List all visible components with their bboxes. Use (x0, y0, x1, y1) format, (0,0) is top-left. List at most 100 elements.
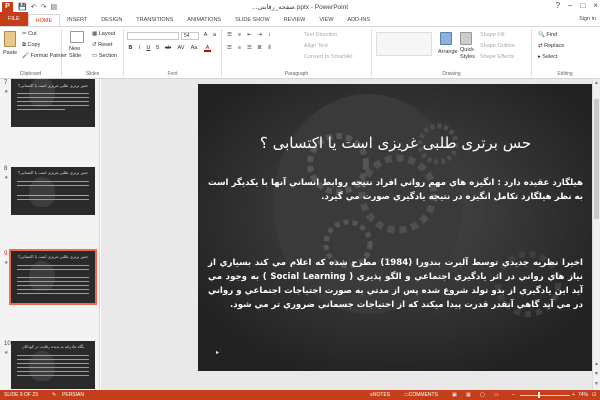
tab-design[interactable]: DESIGN (94, 14, 129, 26)
language-status[interactable]: PERSIAN (62, 390, 84, 400)
help-icon[interactable]: ? (556, 1, 560, 10)
tab-file[interactable]: FILE (0, 12, 28, 26)
font-color-button[interactable]: A (204, 45, 211, 52)
paste-icon[interactable] (4, 31, 16, 47)
slide-thumbnail-9[interactable]: حس برتری طلبی غریزی است یا اکتسابی؟ (9, 249, 97, 305)
slide-title[interactable]: حس برتری طلبی غریزی است یا اکتسابی ؟ (204, 134, 587, 152)
align-center-icon[interactable]: ≡ (236, 45, 243, 52)
quick-styles-button-line2[interactable]: Styles (460, 54, 475, 60)
close-icon[interactable]: × (593, 1, 598, 10)
select-button[interactable]: ▸ Select (538, 54, 558, 60)
bold-button[interactable]: B (127, 45, 134, 52)
bullets-icon[interactable]: ☰ (226, 32, 233, 39)
tab-transitions[interactable]: TRANSITIONS (129, 14, 180, 26)
section-button[interactable]: ▭ Section (92, 53, 117, 59)
fit-slide-icon[interactable]: ⊡ (592, 390, 596, 400)
zoom-level[interactable]: 74% (578, 390, 588, 400)
char-spacing-button[interactable]: AV (176, 45, 186, 52)
format-painter-button[interactable]: 🖌 Format Painter (22, 53, 67, 59)
shapes-gallery[interactable] (376, 32, 432, 56)
normal-view-icon[interactable]: ▣ (452, 390, 457, 400)
shadow-button[interactable]: S (154, 45, 161, 52)
tab-insert[interactable]: INSERT (60, 14, 94, 26)
zoom-slider-knob[interactable] (538, 392, 540, 398)
arrange-icon[interactable] (440, 32, 452, 45)
line-spacing-icon[interactable]: ↕ (266, 32, 273, 39)
minimize-icon[interactable]: – (568, 1, 572, 10)
thumbnail-title: حس برتری طلبی غریزی است یا اکتسابی؟ (17, 170, 89, 175)
cut-button[interactable]: ✂ Cut (22, 31, 37, 37)
tab-slide-show[interactable]: SLIDE SHOW (228, 14, 277, 26)
new-slide-button[interactable]: New (69, 46, 80, 52)
comments-button[interactable]: ▭ COMMENTS (404, 390, 438, 400)
shape-effects-button[interactable]: Shape Effects (480, 54, 514, 60)
zoom-out-icon[interactable]: – (512, 390, 515, 400)
slide-thumbnail-pane[interactable]: 7 ★ حس برتری طلبی غریزی است یا اکتسابی؟ … (0, 79, 100, 390)
convert-smartart-button[interactable]: Convert to SmartArt (304, 54, 353, 60)
new-slide-icon[interactable] (70, 31, 84, 43)
reset-button[interactable]: ↺ Reset (92, 42, 113, 48)
tab-view[interactable]: VIEW (312, 14, 340, 26)
vertical-scrollbar[interactable]: ▲ ▲ ▼ ▼ (592, 79, 600, 390)
slide-paragraph-2[interactable]: اخیرا نظریه جدیدي توسط آلبرت بندورا (198… (208, 256, 583, 312)
slide-editor[interactable]: حس برتری طلبی غریزی است یا اکتسابی ؟ هیل… (101, 79, 600, 390)
underline-button[interactable]: U (145, 45, 152, 52)
new-slide-button-line2[interactable]: Slide (69, 53, 81, 59)
spelling-icon[interactable]: ✎ (52, 390, 56, 400)
slide-thumbnail-10[interactable]: نگاه مادرانه به پدیده رقابت در کودکان (11, 341, 95, 389)
bullet-marker: ▸ (216, 350, 220, 356)
layout-button[interactable]: ▦ Layout (92, 31, 115, 37)
align-left-icon[interactable]: ☰ (226, 45, 233, 52)
zoom-in-icon[interactable]: + (572, 390, 575, 400)
slide-thumbnail-7[interactable]: حس برتری طلبی غریزی است یا اکتسابی؟ (11, 79, 95, 127)
zoom-slider[interactable] (520, 394, 570, 396)
slide-count-status[interactable]: SLIDE 9 OF 23 (4, 390, 38, 400)
align-text-button[interactable]: Align Text (304, 43, 328, 49)
quick-styles-button[interactable]: Quick (460, 47, 474, 53)
maximize-icon[interactable]: □ (580, 1, 585, 10)
increase-indent-icon[interactable]: ⇥ (256, 32, 263, 39)
columns-icon[interactable]: ⫴ (266, 45, 273, 52)
sign-in-link[interactable]: Sign in (579, 16, 596, 22)
paste-button[interactable]: Paste (3, 50, 17, 56)
grow-font-icon[interactable]: A (202, 32, 209, 39)
decrease-indent-icon[interactable]: ⇤ (246, 32, 253, 39)
shrink-font-icon[interactable]: a (211, 32, 218, 39)
tab-animations[interactable]: ANIMATIONS (180, 14, 228, 26)
scroll-up-icon[interactable]: ▲ (594, 80, 599, 86)
find-button[interactable]: 🔍 Find (538, 32, 557, 38)
font-name-combo[interactable] (127, 32, 179, 40)
strikethrough-button[interactable]: ab (163, 45, 173, 52)
paragraph-group: ☰ ≡ ⇤ ⇥ ↕ ☰ ≡ ☰ ≣ ⫴ Text Direction Align… (222, 29, 372, 77)
slide-number: 10 (4, 341, 11, 347)
replace-button[interactable]: ⇄ Replace (538, 43, 564, 49)
slide-thumbnail-8[interactable]: حس برتری طلبی غریزی است یا اکتسابی؟ (11, 167, 95, 215)
change-case-button[interactable]: Aa (189, 45, 199, 52)
slide-paragraph-1[interactable]: هیلگارد عقیده دارد : انگیزه هاي مهم روان… (208, 176, 583, 204)
slide-number: 7 (4, 80, 8, 86)
shape-outline-button[interactable]: Shape Outline (480, 43, 515, 49)
scroll-up-double-icon[interactable]: ▲ (594, 361, 599, 367)
slide-sorter-icon[interactable]: ▦ (466, 390, 471, 400)
quick-styles-icon[interactable] (460, 32, 472, 45)
reading-view-icon[interactable]: ▢ (480, 390, 485, 400)
justify-icon[interactable]: ≣ (256, 45, 263, 52)
text-direction-button[interactable]: Text Direction (304, 32, 337, 38)
align-right-icon[interactable]: ☰ (246, 45, 253, 52)
copy-button[interactable]: ⧉ Copy (22, 42, 40, 49)
slideshow-view-icon[interactable]: ▭ (494, 390, 499, 400)
shape-fill-button[interactable]: Shape Fill (480, 32, 504, 38)
arrange-button[interactable]: Arrange (438, 49, 458, 55)
thumbnail-title: نگاه مادرانه به پدیده رقابت در کودکان (21, 344, 85, 349)
notes-button[interactable]: ≡ NOTES (370, 390, 390, 400)
scroll-down-double-icon[interactable]: ▼ (594, 371, 599, 377)
numbering-icon[interactable]: ≡ (236, 32, 243, 39)
tab-review[interactable]: REVIEW (277, 14, 313, 26)
font-size-combo[interactable]: 54 (181, 32, 199, 40)
tab-add-ins[interactable]: ADD-INS (340, 14, 377, 26)
tab-home[interactable]: HOME (27, 14, 61, 26)
current-slide[interactable]: حس برتری طلبی غریزی است یا اکتسابی ؟ هیل… (198, 84, 593, 371)
italic-button[interactable]: I (136, 45, 143, 52)
scroll-down-icon[interactable]: ▼ (594, 381, 599, 387)
scrollbar-thumb[interactable] (594, 99, 599, 219)
